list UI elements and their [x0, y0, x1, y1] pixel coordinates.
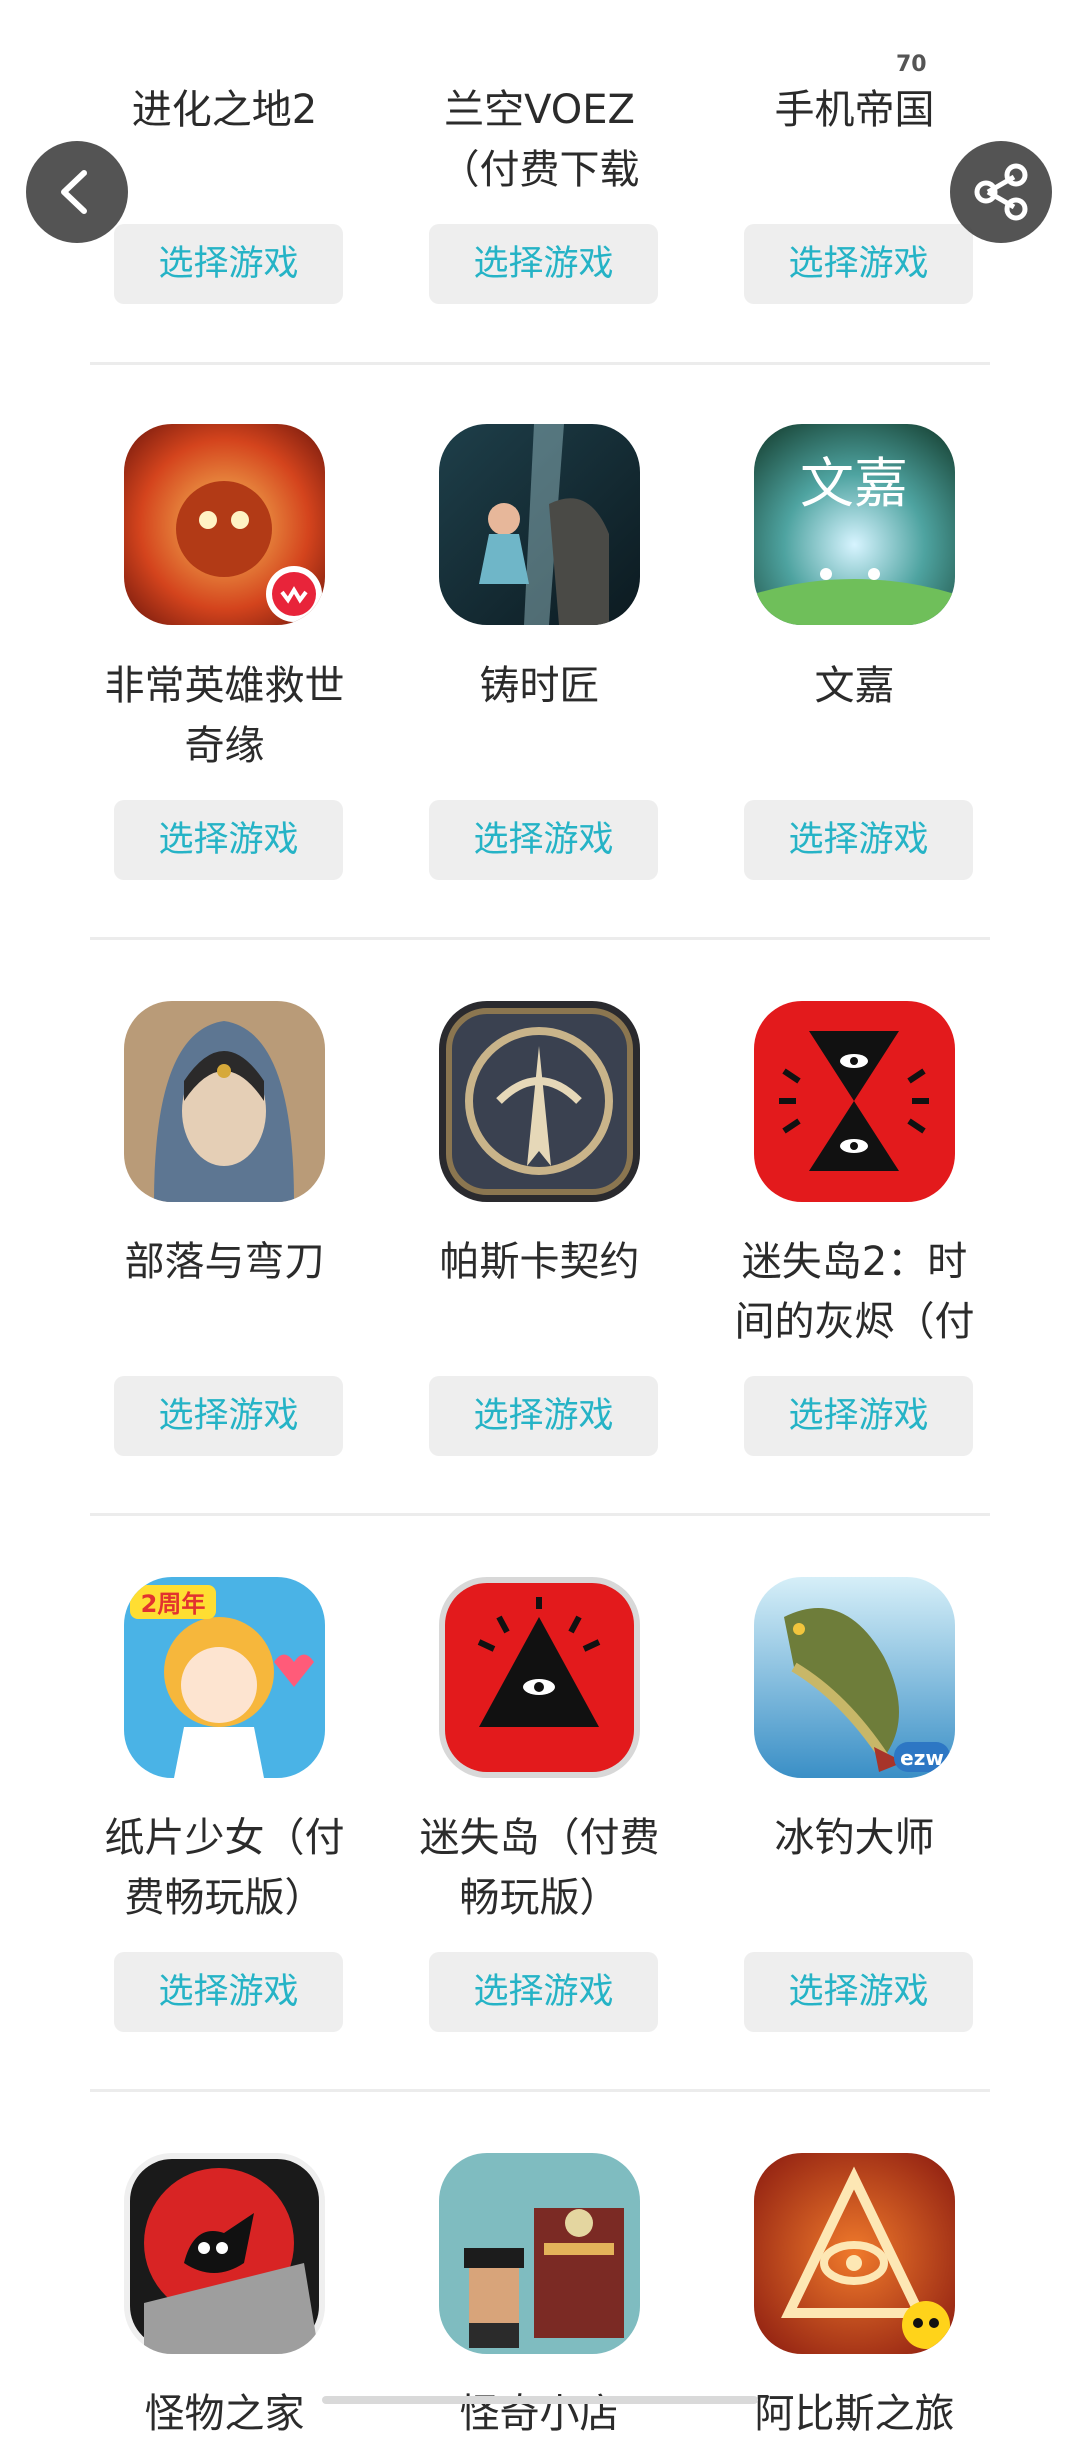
game-icon-art: 2周年 — [124, 1577, 325, 1778]
game-card: 非常英雄救世 奇缘 选择游戏 — [67, 424, 382, 894]
game-card: 2周年 纸片少女（付 费畅玩版） 选择游戏 — [67, 1577, 382, 2047]
game-name: 怪奇小店 — [459, 2391, 620, 2437]
icon-badge-number: 70 — [896, 52, 927, 77]
game-icon-art — [439, 1001, 640, 1202]
game-name: 怪物之家 — [144, 2391, 305, 2437]
row-divider — [90, 362, 990, 365]
game-icon-guaiwu-zhijia[interactable] — [124, 2153, 325, 2354]
game-card: 迷失岛（付费 畅玩版） 选择游戏 — [382, 1577, 697, 2047]
game-name: 冰钓大师 — [774, 1815, 935, 1861]
game-name: 兰空VOEZ （付费下载 — [439, 87, 640, 193]
select-game-button[interactable]: 选择游戏 — [114, 224, 343, 304]
game-icon-bingdiao-dashi[interactable]: ezw — [754, 1577, 955, 1778]
select-game-button[interactable]: 选择游戏 — [744, 224, 973, 304]
game-name: 阿比斯之旅 — [754, 2391, 955, 2437]
game-icon-mishidao[interactable] — [439, 1577, 640, 1778]
back-icon — [61, 170, 87, 214]
game-card: 铸时匠 选择游戏 — [382, 424, 697, 894]
game-icon-zhipian-shaonv[interactable]: 2周年 — [124, 1577, 325, 1778]
game-name: 迷失岛（付费 畅玩版） — [419, 1815, 660, 1921]
game-card: 部落与弯刀 选择游戏 — [67, 1001, 382, 1471]
game-icon-mishidao2[interactable] — [754, 1001, 955, 1202]
game-card: ezw 冰钓大师 选择游戏 — [697, 1577, 1012, 2047]
game-icon-guaiqi-xiaodian[interactable] — [439, 2153, 640, 2354]
game-name: 非常英雄救世 奇缘 — [104, 663, 345, 769]
game-icon-art — [124, 1001, 325, 1202]
game-name: 迷失岛2：时 间的灰烬（付 — [734, 1239, 975, 1345]
select-game-button[interactable]: 选择游戏 — [429, 800, 658, 880]
game-name: 进化之地2 — [131, 87, 318, 133]
game-icon-art — [439, 2153, 640, 2354]
game-card: 怪奇小店 — [382, 2153, 697, 2437]
game-icon-art: ezw — [754, 1577, 955, 1778]
select-game-button[interactable]: 选择游戏 — [429, 224, 658, 304]
row-divider — [90, 937, 990, 940]
game-card: 文嘉 文嘉 选择游戏 — [697, 424, 1012, 894]
back-button[interactable] — [26, 141, 128, 243]
game-name: 手机帝国 — [774, 87, 935, 133]
game-card: 兰空VOEZ （付费下载 选择游戏 — [382, 0, 697, 308]
game-icon-art — [754, 1001, 955, 1202]
select-game-button[interactable]: 选择游戏 — [429, 1376, 658, 1456]
game-icon-art — [439, 424, 640, 625]
game-icon-art — [754, 2153, 955, 2354]
select-game-button[interactable]: 选择游戏 — [744, 1952, 973, 2032]
game-icon-art — [445, 1583, 634, 1772]
anniversary-badge-text: 2周年 — [141, 1590, 206, 1618]
game-card: 迷失岛2：时 间的灰烬（付 选择游戏 — [697, 1001, 1012, 1471]
share-button[interactable] — [950, 141, 1052, 243]
game-icon-abisi[interactable] — [754, 2153, 955, 2354]
scroll-indicator — [322, 2396, 758, 2404]
game-name: 部落与弯刀 — [124, 1239, 325, 1285]
row-divider — [90, 1513, 990, 1516]
game-icon-buluo-wandao[interactable] — [124, 1001, 325, 1202]
game-card: 怪物之家 — [67, 2153, 382, 2437]
share-icon — [974, 163, 1028, 221]
game-icon-feichang-yingxiong[interactable] — [124, 424, 325, 625]
game-card: 帕斯卡契约 选择游戏 — [382, 1001, 697, 1471]
game-name: 帕斯卡契约 — [439, 1239, 640, 1285]
game-card: 阿比斯之旅 — [697, 2153, 1012, 2437]
select-game-button[interactable]: 选择游戏 — [114, 800, 343, 880]
select-game-button[interactable]: 选择游戏 — [744, 800, 973, 880]
game-icon-art — [124, 2153, 325, 2354]
game-icon-zhushijiang[interactable] — [439, 424, 640, 625]
game-name: 纸片少女（付 费畅玩版） — [104, 1815, 345, 1921]
game-icon-art — [124, 424, 325, 625]
game-icon-wenjia[interactable]: 文嘉 — [754, 424, 955, 625]
game-name: 铸时匠 — [479, 663, 600, 709]
select-game-button[interactable]: 选择游戏 — [114, 1952, 343, 2032]
game-icon-pasika[interactable] — [439, 1001, 640, 1202]
row-divider — [90, 2089, 990, 2092]
icon-title-text: 文嘉 — [800, 452, 908, 515]
game-name: 文嘉 — [814, 663, 895, 709]
select-game-button[interactable]: 选择游戏 — [429, 1952, 658, 2032]
select-game-button[interactable]: 选择游戏 — [114, 1376, 343, 1456]
select-game-button[interactable]: 选择游戏 — [744, 1376, 973, 1456]
publisher-badge-text: ezw — [900, 1746, 944, 1770]
game-grid: 进化之地2 选择游戏 兰空VOEZ （付费下载 选择游戏 手机帝国 选择游戏 7 — [0, 0, 1080, 2437]
game-icon-art: 文嘉 — [754, 424, 955, 625]
